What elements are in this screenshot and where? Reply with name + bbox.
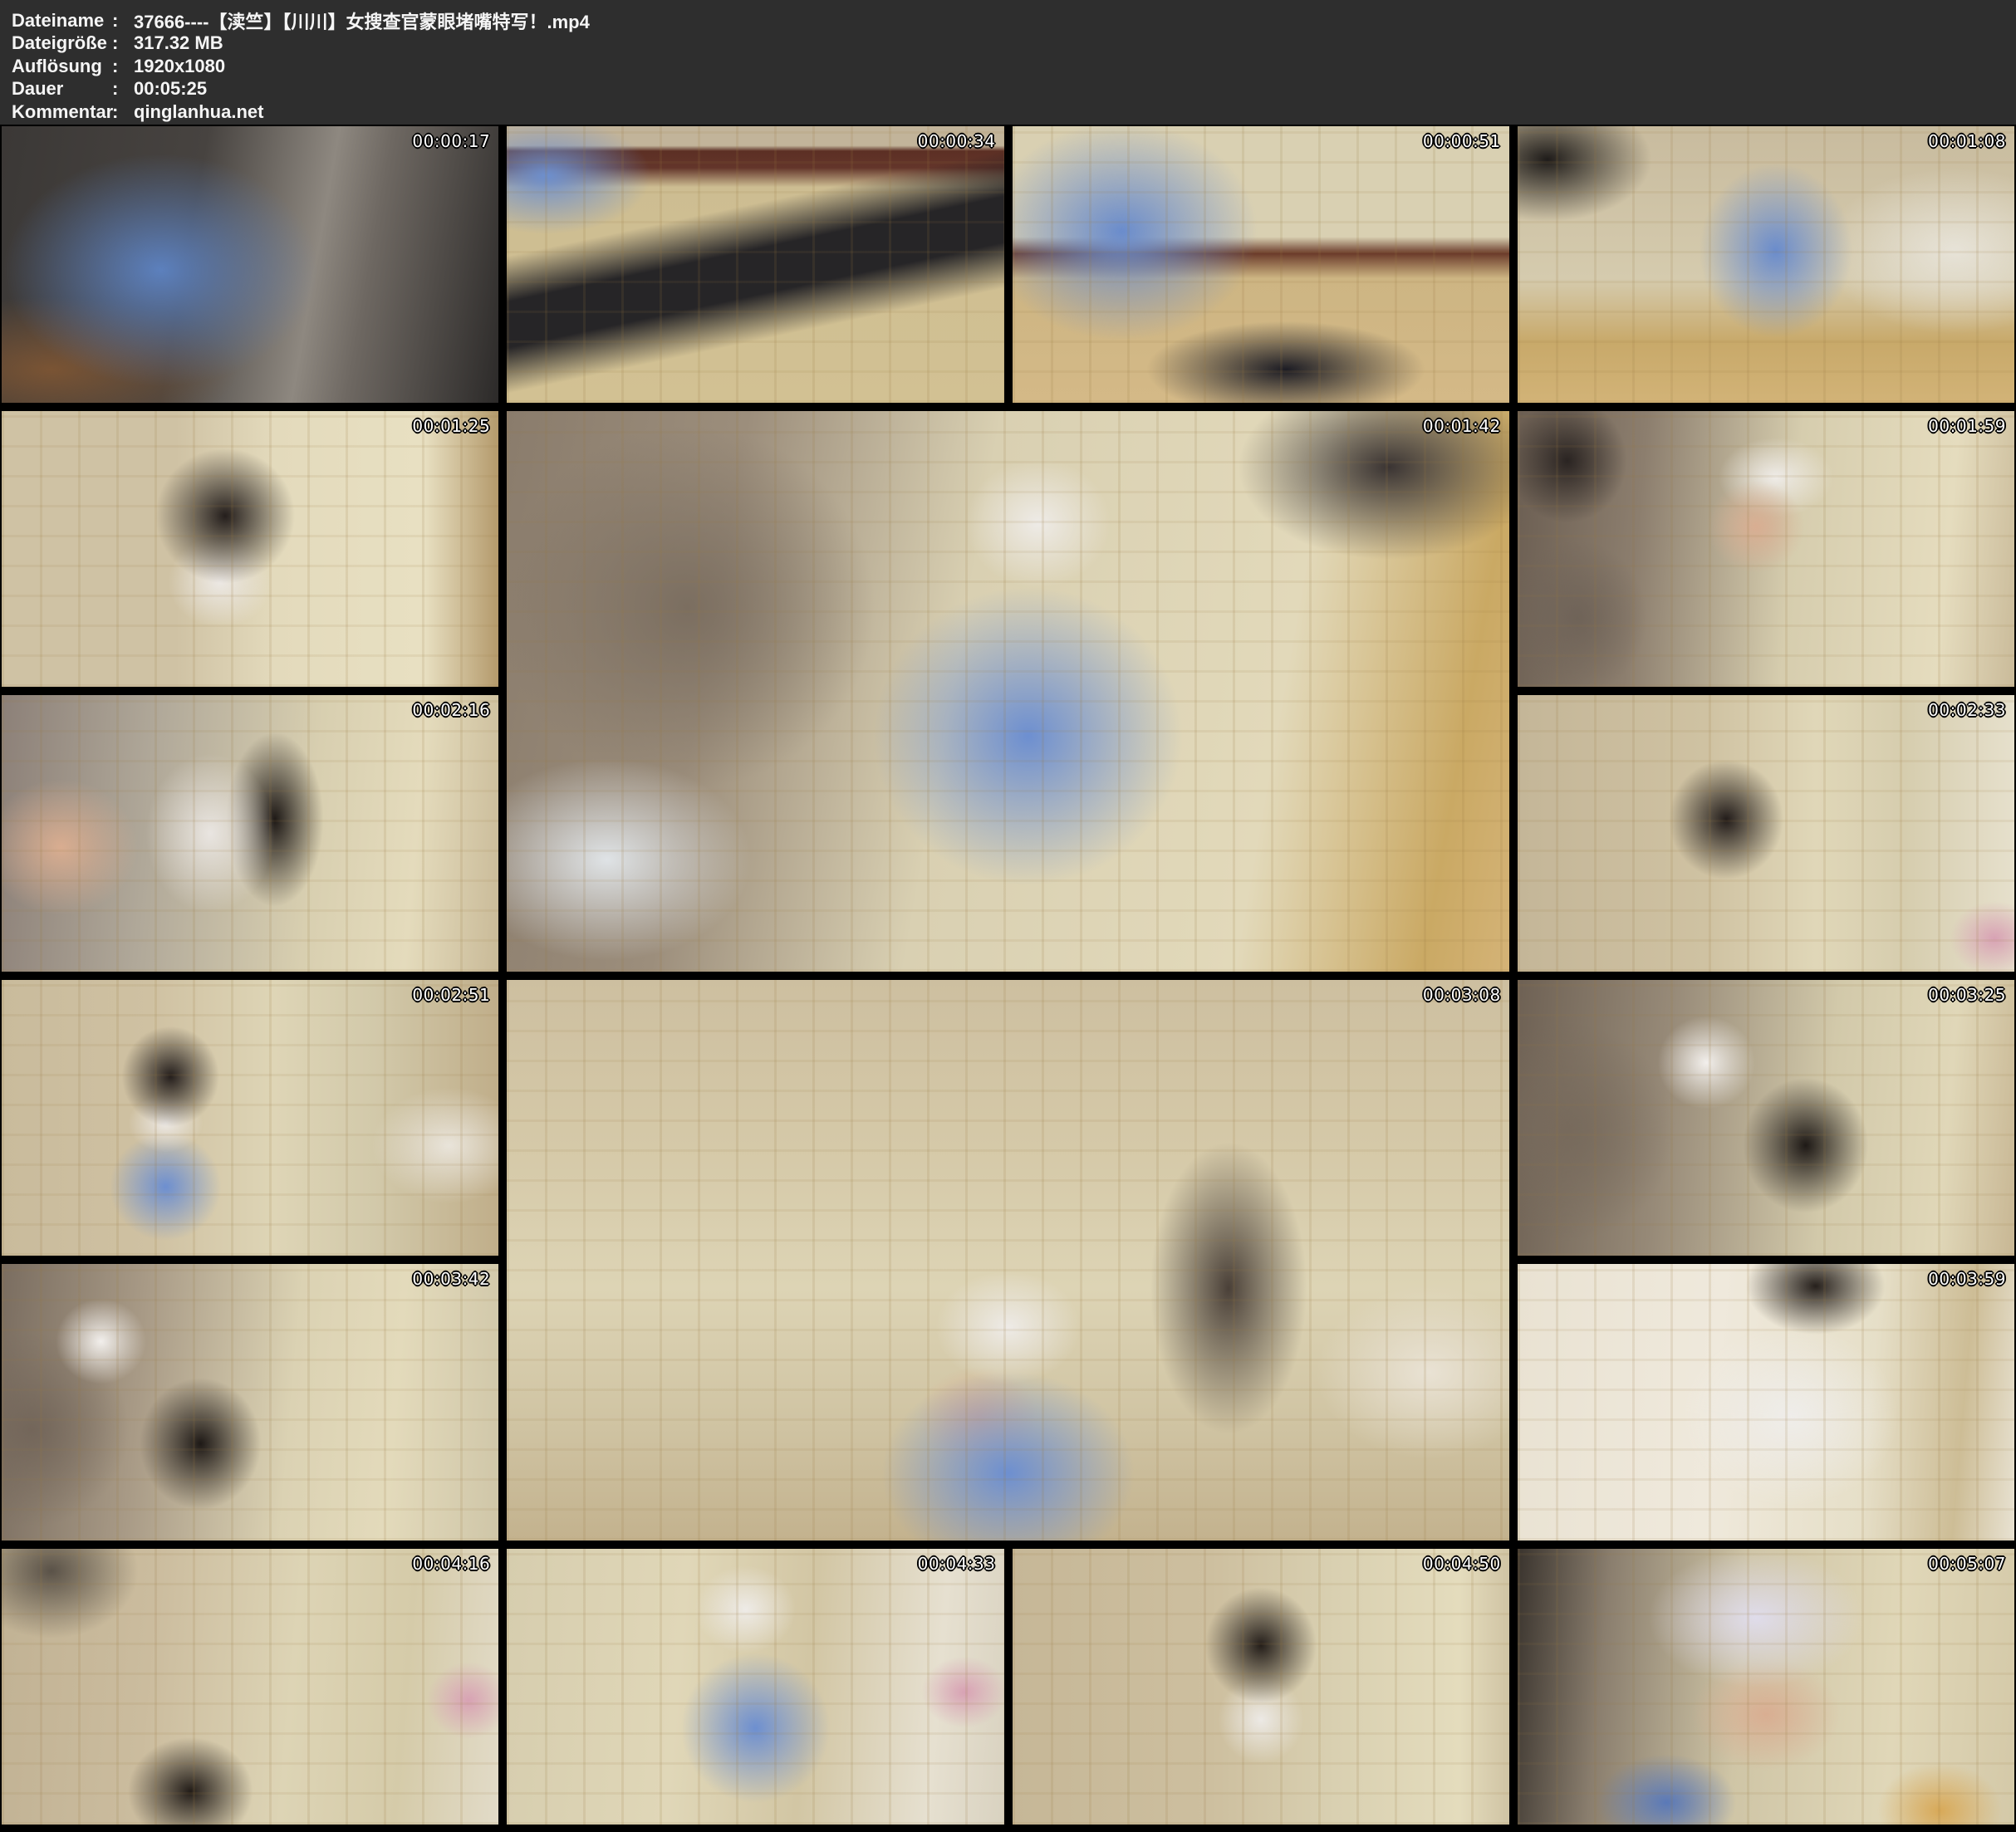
thumbnail-timestamp: 00:02:51 — [412, 985, 490, 1005]
meta-separator: : — [112, 101, 134, 123]
filesize-value: 317.32 MB — [134, 32, 2008, 54]
meta-label: Dauer — [12, 78, 112, 100]
thumbnail-timestamp: 00:03:59 — [1928, 1269, 2006, 1289]
thumbnail-timestamp: 00:02:16 — [412, 700, 490, 720]
thumbnail-timestamp: 00:03:25 — [1928, 985, 2006, 1005]
thumbnail-timestamp: 00:01:25 — [412, 416, 490, 436]
meta-label: Kommentar — [12, 101, 112, 123]
video-thumbnail: 00:02:16 — [2, 695, 498, 972]
thumbnail-timestamp: 00:00:17 — [412, 131, 490, 151]
meta-separator: : — [112, 32, 134, 54]
thumbnail-timestamp: 00:03:08 — [1423, 985, 1501, 1005]
thumbnail-timestamp: 00:04:50 — [1423, 1554, 1501, 1574]
meta-label: Dateiname — [12, 10, 112, 32]
video-thumbnail: 00:04:50 — [1013, 1549, 1509, 1825]
contact-sheet-screenshot: { "colors": { "header_bg": "#2e2e2e", "h… — [0, 0, 2016, 1832]
video-thumbnail: 00:00:34 — [507, 126, 1003, 403]
video-thumbnail: 00:04:33 — [507, 1549, 1003, 1825]
meta-separator: : — [112, 56, 134, 77]
resolution-value: 1920x1080 — [134, 56, 2008, 77]
thumbnail-timestamp: 00:04:33 — [918, 1554, 996, 1574]
video-thumbnail: 00:05:07 — [1518, 1549, 2014, 1825]
meta-label: Auflösung — [12, 56, 112, 77]
meta-separator: : — [112, 78, 134, 100]
meta-row-comment: Kommentar : qinglanhua.net — [12, 100, 2008, 124]
thumbnail-timestamp: 00:03:42 — [412, 1269, 490, 1289]
video-thumbnail-large: 00:03:08 — [507, 980, 1509, 1541]
meta-row-filename: Dateiname : 37666----【渎竺】【川川】女搜查官蒙眼堵嘴特写！… — [12, 9, 2008, 32]
thumbnail-timestamp: 00:00:51 — [1423, 131, 1501, 151]
video-thumbnail: 00:01:25 — [2, 411, 498, 688]
meta-label: Dateigröße — [12, 32, 112, 54]
duration-value: 00:05:25 — [134, 78, 2008, 100]
meta-row-duration: Dauer : 00:05:25 — [12, 78, 2008, 101]
meta-separator: : — [112, 10, 134, 32]
meta-row-filesize: Dateigröße : 317.32 MB — [12, 32, 2008, 56]
thumbnail-timestamp: 00:05:07 — [1928, 1554, 2006, 1574]
video-thumbnail: 00:04:16 — [2, 1549, 498, 1825]
thumbnail-timestamp: 00:00:34 — [918, 131, 996, 151]
meta-row-resolution: Auflösung : 1920x1080 — [12, 55, 2008, 78]
thumbnail-timestamp: 00:01:42 — [1423, 416, 1501, 436]
video-thumbnail: 00:03:59 — [1518, 1264, 2014, 1541]
comment-value: qinglanhua.net — [134, 101, 2008, 123]
video-thumbnail: 00:03:42 — [2, 1264, 498, 1541]
video-thumbnail: 00:02:51 — [2, 980, 498, 1256]
video-thumbnail-large: 00:01:42 — [507, 411, 1509, 972]
metadata-header: Dateiname : 37666----【渎竺】【川川】女搜查官蒙眼堵嘴特写！… — [0, 0, 2016, 125]
filename-value: 37666----【渎竺】【川川】女搜查官蒙眼堵嘴特写！.mp4 — [134, 7, 2008, 34]
video-thumbnail: 00:03:25 — [1518, 980, 2014, 1256]
video-thumbnail: 00:01:59 — [1518, 411, 2014, 688]
thumbnail-grid: 00:00:17 00:00:34 00:00:51 00:01:08 00:0… — [2, 126, 2014, 1825]
video-thumbnail: 00:00:17 — [2, 126, 498, 403]
thumbnail-timestamp: 00:01:59 — [1928, 416, 2006, 436]
thumbnail-timestamp: 00:01:08 — [1928, 131, 2006, 151]
thumbnail-timestamp: 00:02:33 — [1928, 700, 2006, 720]
thumbnail-timestamp: 00:04:16 — [412, 1554, 490, 1574]
video-thumbnail: 00:02:33 — [1518, 695, 2014, 972]
video-thumbnail: 00:00:51 — [1013, 126, 1509, 403]
video-thumbnail: 00:01:08 — [1518, 126, 2014, 403]
